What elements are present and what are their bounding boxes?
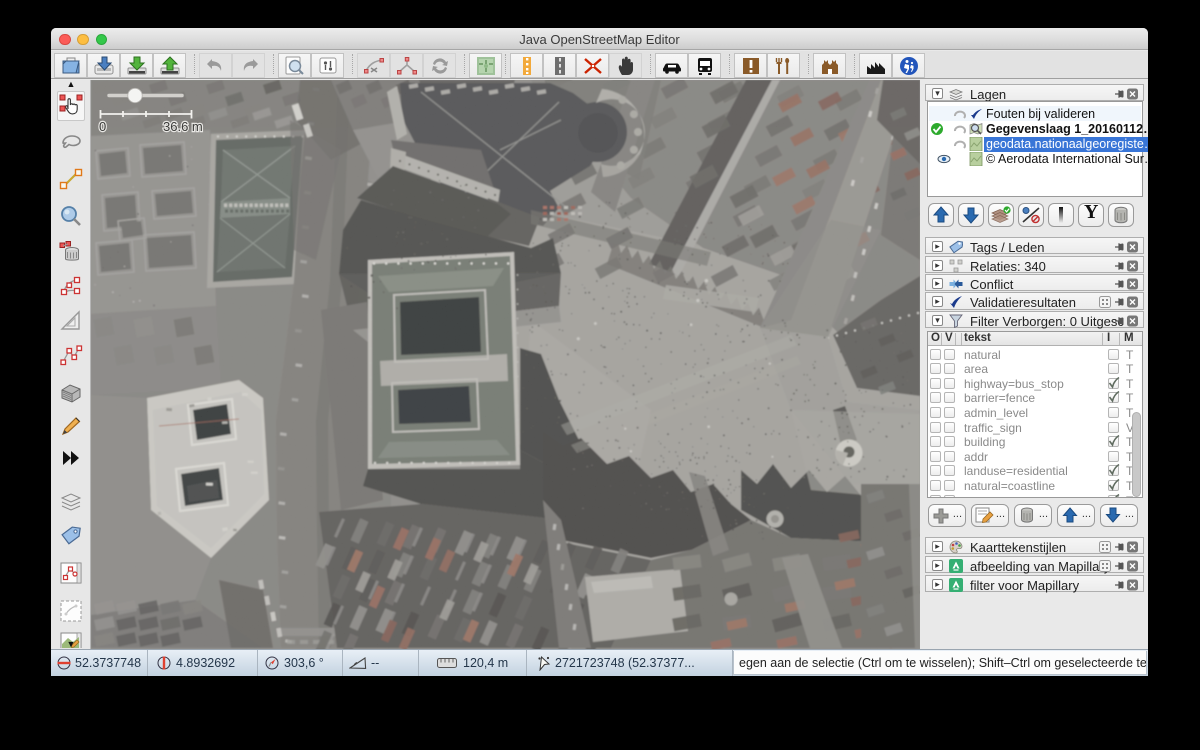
svg-text:0: 0 — [99, 119, 106, 134]
svg-text:36.6 m: 36.6 m — [163, 119, 203, 134]
